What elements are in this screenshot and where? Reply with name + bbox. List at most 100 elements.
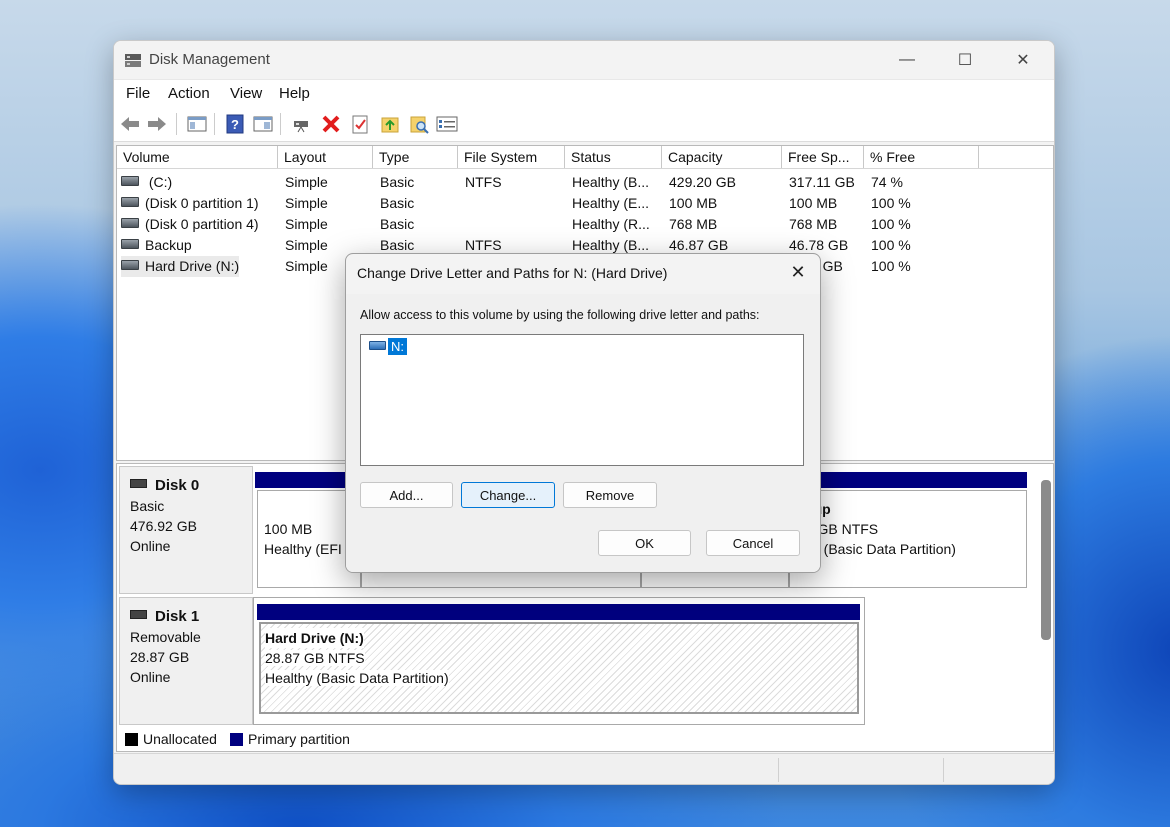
minimize-button[interactable]: — <box>878 41 936 79</box>
type-cell: Basic <box>380 216 415 232</box>
drive-icon <box>121 260 139 271</box>
forward-button[interactable] <box>146 113 168 135</box>
table-row[interactable]: (Disk 0 partition 4) Simple Basic Health… <box>117 214 1053 235</box>
disk-kind: Basic <box>130 498 165 514</box>
table-row[interactable]: (Disk 0 partition 1) Simple Basic Health… <box>117 193 1053 214</box>
percent-free-cell: 100 % <box>871 237 911 253</box>
status-separator <box>778 758 779 782</box>
disk-size: 476.92 GB <box>130 518 197 534</box>
percent-free-cell: 100 % <box>871 216 911 232</box>
column-header-free-space[interactable]: Free Sp... <box>782 146 864 168</box>
connect-disk-button[interactable] <box>290 113 312 135</box>
partition-name: Hard Drive (N:) <box>265 628 364 648</box>
disk-0-backup-partition[interactable]: ckup 87 GB NTFS lthy (Basic Data Partiti… <box>789 490 1027 588</box>
window-title: Disk Management <box>149 51 270 68</box>
disk-size: 28.87 GB <box>130 649 190 665</box>
dialog-close-button[interactable]: ✕ <box>786 260 810 284</box>
menu-bar: File Action View Help <box>114 79 1054 108</box>
column-header-volume[interactable]: Volume <box>117 146 278 168</box>
disk-0-label[interactable]: Disk 0 Basic 476.92 GB Online <box>119 466 253 594</box>
title-bar: Disk Management — ☐ ✕ <box>114 41 1054 79</box>
toolbar-separator <box>214 113 215 135</box>
delete-button[interactable] <box>320 113 342 135</box>
properties-view-button[interactable] <box>252 113 274 135</box>
disk-1-label[interactable]: Disk 1 Removable 28.87 GB Online <box>119 597 253 725</box>
close-icon: ✕ <box>1016 52 1030 69</box>
column-header-empty <box>979 146 1053 168</box>
maximize-button[interactable]: ☐ <box>936 41 994 79</box>
volume-name: (Disk 0 partition 1) <box>145 195 259 211</box>
menu-help[interactable]: Help <box>279 85 310 102</box>
settings-list-button[interactable] <box>436 113 458 135</box>
free-space-cell: 100 MB <box>789 195 838 211</box>
console-tree-icon <box>187 116 207 132</box>
volume-cell: Hard Drive (N:) <box>121 256 240 277</box>
column-header-capacity[interactable]: Capacity <box>662 146 782 168</box>
dialog-title: Change Drive Letter and Paths for N: (Ha… <box>357 265 668 281</box>
partition-status: lthy (Basic Data Partition) <box>798 541 956 557</box>
dialog-body: Allow access to this volume by using the… <box>346 294 820 572</box>
console-tree-button[interactable] <box>186 113 208 135</box>
menu-file[interactable]: File <box>126 85 150 102</box>
partition-name: ckup <box>798 499 956 519</box>
drive-icon <box>121 239 139 250</box>
column-header-type[interactable]: Type <box>373 146 458 168</box>
disk-icon <box>130 478 147 488</box>
search-folder-button[interactable] <box>408 113 430 135</box>
column-header-file-system[interactable]: File System <box>458 146 565 168</box>
percent-free-cell: 100 % <box>871 195 911 211</box>
column-header-layout[interactable]: Layout <box>278 146 373 168</box>
legend-unallocated: Unallocated <box>143 731 217 747</box>
cancel-button[interactable]: Cancel <box>706 530 800 556</box>
status-cell: Healthy (B... <box>572 174 650 190</box>
column-header-status[interactable]: Status <box>565 146 662 168</box>
disk-state: Online <box>130 538 171 554</box>
menu-action[interactable]: Action <box>168 85 210 102</box>
partition-fs: 87 GB NTFS <box>798 521 879 537</box>
partition-status: Healthy (Basic Data Partition) <box>265 670 449 686</box>
maximize-icon: ☐ <box>957 52 973 69</box>
percent-free-cell: 74 % <box>871 174 903 190</box>
vertical-scrollbar[interactable] <box>1041 480 1051 640</box>
drive-icon <box>121 176 139 187</box>
disk-icon <box>130 609 147 619</box>
ok-button[interactable]: OK <box>598 530 691 556</box>
change-button[interactable]: Change... <box>461 482 555 508</box>
add-button[interactable]: Add... <box>360 482 453 508</box>
type-cell: Basic <box>380 174 415 190</box>
close-button[interactable]: ✕ <box>994 41 1052 79</box>
forward-arrow-icon <box>148 117 166 131</box>
remove-button[interactable]: Remove <box>563 482 657 508</box>
disk-kind: Removable <box>130 629 201 645</box>
legend-primary: Primary partition <box>248 731 350 747</box>
status-cell: Healthy (R... <box>572 216 650 232</box>
volume-name: (C:) <box>148 174 173 190</box>
table-row[interactable]: (C:) Simple Basic NTFS Healthy (B... 429… <box>117 172 1053 193</box>
volume-cell: (Disk 0 partition 4) <box>121 214 259 235</box>
status-cell: Healthy (E... <box>572 195 650 211</box>
toolbar-separator <box>176 113 177 135</box>
disk-name: Disk 1 <box>155 608 200 625</box>
capacity-cell: 100 MB <box>669 195 718 211</box>
list-item[interactable]: N: <box>369 338 407 355</box>
disk-management-app-icon <box>125 54 141 67</box>
column-header-percent-free[interactable]: % Free <box>864 146 979 168</box>
layout-cell: Simple <box>285 195 328 211</box>
disk-1-hard-drive-partition[interactable]: Hard Drive (N:) 28.87 GB NTFS Healthy (B… <box>259 622 859 714</box>
menu-view[interactable]: View <box>230 85 262 102</box>
help-icon: ? <box>226 114 244 134</box>
delete-icon <box>322 115 340 133</box>
folder-up-button[interactable] <box>379 113 401 135</box>
capacity-cell: 768 MB <box>669 216 718 232</box>
drive-path-list[interactable]: N: <box>360 334 804 466</box>
status-bar <box>114 753 1054 784</box>
check-button[interactable] <box>349 113 371 135</box>
disk-state: Online <box>130 669 171 685</box>
help-button[interactable]: ? <box>224 113 246 135</box>
partition-status: Healthy (EFI <box>264 541 342 557</box>
volume-name: Backup <box>145 237 192 253</box>
volume-cell: (Disk 0 partition 1) <box>121 193 259 214</box>
volume-cell: Backup <box>121 235 192 256</box>
back-button[interactable] <box>119 113 141 135</box>
free-space-cell: 768 MB <box>789 216 838 232</box>
